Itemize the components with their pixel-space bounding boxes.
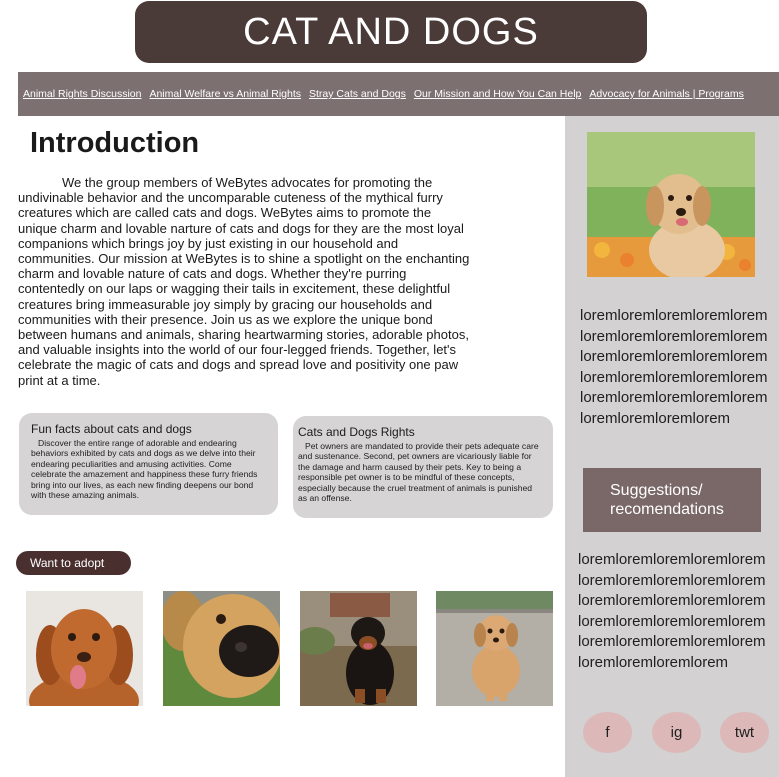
dog-photo-1[interactable] (26, 591, 143, 706)
rights-card: Cats and Dogs Rights Pet owners are mand… (293, 416, 553, 518)
puppy-photo (587, 132, 755, 277)
rights-title: Cats and Dogs Rights (298, 425, 415, 439)
intro-heading: Introduction (30, 127, 200, 159)
fun-facts-card: Fun facts about cats and dogs Discover t… (19, 413, 278, 515)
main-nav: Animal Rights Discussion Animal Welfare … (18, 72, 779, 116)
instagram-button[interactable]: ig (652, 712, 701, 753)
sidebar-lorem-2: loremloremloremloremloremloremloremlorem… (578, 551, 766, 671)
fun-facts-title: Fun facts about cats and dogs (31, 422, 192, 436)
nav-link-welfare-vs-rights[interactable]: Animal Welfare vs Animal Rights (149, 88, 301, 100)
suggestions-button[interactable]: Suggestions/ recomendations (583, 468, 761, 532)
page-title: CAT AND DOGS (135, 1, 647, 63)
intro-text: We the group members of WeBytes advocate… (18, 175, 470, 388)
nav-link-advocacy-programs[interactable]: Advocacy for Animals | Programs (589, 88, 743, 100)
sidebar: loremloremloremloremloremloremloremlorem… (565, 116, 779, 777)
rights-text: Pet owners are mandated to provide their… (298, 441, 539, 504)
nav-link-animal-rights-discussion[interactable]: Animal Rights Discussion (23, 88, 141, 100)
fun-facts-text: Discover the entire range of adorable an… (31, 438, 258, 501)
sidebar-lorem-1: loremloremloremloremloremloremloremlorem… (580, 307, 768, 427)
dog-photo-3[interactable] (300, 591, 417, 706)
nav-link-mission[interactable]: Our Mission and How You Can Help (414, 88, 582, 100)
want-to-adopt-button[interactable]: Want to adopt (16, 551, 131, 575)
dog-photo-2[interactable] (163, 591, 280, 706)
dog-photo-4[interactable] (436, 591, 553, 706)
facebook-button[interactable]: f (583, 712, 632, 753)
twitter-button[interactable]: twt (720, 712, 769, 753)
nav-link-stray-cats-dogs[interactable]: Stray Cats and Dogs (309, 88, 406, 100)
